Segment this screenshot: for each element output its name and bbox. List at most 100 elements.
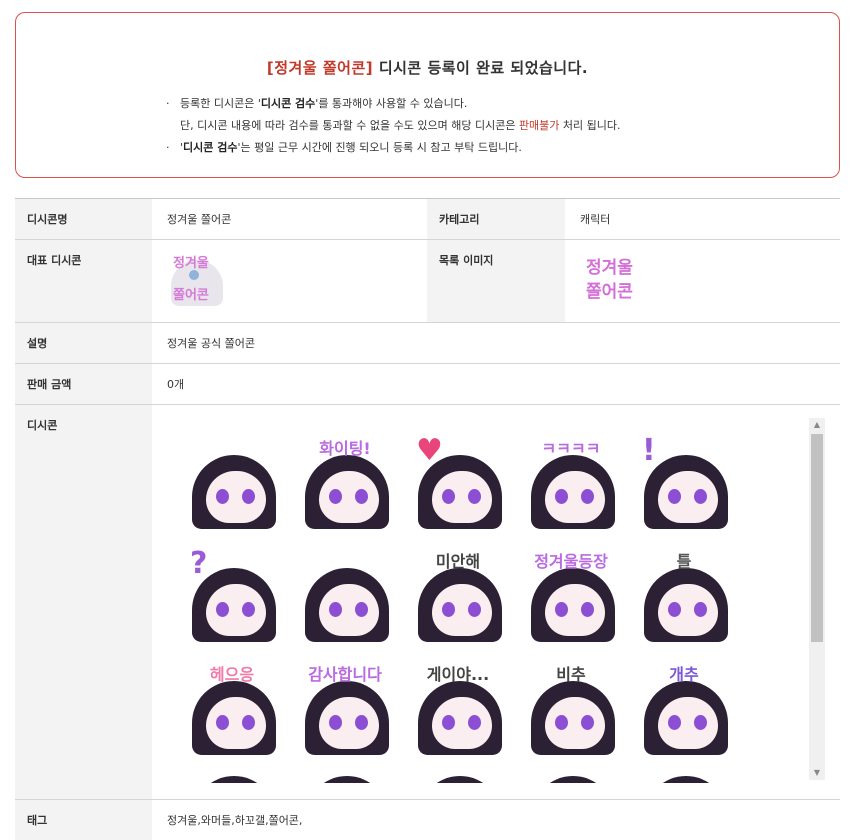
name-value: 정겨울 쫄어콘 [152, 198, 427, 240]
character-face [545, 697, 605, 749]
dccon-mark-icon: ? [190, 546, 208, 581]
notice-line-2-red: 판매불가 [518, 119, 560, 132]
dccon-item-partial[interactable] [636, 772, 732, 783]
character-eye [329, 602, 342, 617]
notice-line-2: 단, 디시콘 내용에 따라 검수를 통과할 수 없을 수도 있으며 해당 디시콘… [166, 115, 621, 137]
dccon-caption: 감사합니다 [308, 665, 382, 684]
dccon-item[interactable] [297, 546, 393, 642]
row-price: 판매 금액 0개 [15, 363, 840, 405]
dccon-item[interactable]: 헤으응 [184, 659, 280, 755]
row-name: 디시콘명 정겨울 쫄어콘 카테고리 캐릭터 [15, 198, 840, 240]
dccon-item-partial[interactable] [184, 772, 280, 783]
dccon-item[interactable]: 정겨울등장 [523, 546, 619, 642]
dccon-item[interactable]: ! [636, 433, 732, 529]
character-face [545, 584, 605, 636]
character-eye [355, 715, 368, 730]
dccon-cell: 화이팅! ♥ ㅋㅋㅋㅋ!? 미안해 정겨울등장 틀헤으응 감사합니다 게이야... 비추 개추 ▲… [152, 404, 840, 800]
list-label: 목록 이미지 [427, 239, 565, 323]
dccon-item[interactable]: 미안해 [410, 546, 506, 642]
notice-line-3-text: '는 평일 근무 시간에 진행 되오니 등록 시 참고 부탁 드립니다. [237, 141, 522, 154]
tag-label: 태그 [15, 799, 152, 840]
character-eye [355, 489, 368, 504]
list-text-bottom: 쫄어콘 [586, 282, 633, 302]
scroll-thumb[interactable] [811, 434, 823, 642]
list-image: 정겨울 쫄어콘 [586, 252, 646, 308]
category-value: 캐릭터 [565, 198, 840, 240]
notice-line-1: · 등록한 디시콘은 '디시콘 검수'를 통과해야 사용할 수 있습니다. [166, 93, 621, 115]
character-eye [216, 715, 229, 730]
dccon-item[interactable]: 틀 [636, 546, 732, 642]
row-dccon: 디시콘 화이팅! ♥ ㅋㅋㅋㅋ!? 미안해 정겨울등장 틀 헤으응 감사합니다 게이야... 비추… [15, 404, 840, 800]
dccon-caption: 개추 [669, 665, 699, 684]
notice-line-1-bold: 디시콘 검수 [260, 97, 316, 110]
dccon-item[interactable]: ㅋㅋㅋㅋ [523, 433, 619, 529]
rep-cell: 정겨울 쫄어콘 [152, 239, 427, 323]
character-eye [442, 489, 455, 504]
character-face [432, 471, 492, 523]
dccon-item[interactable]: 화이팅! [297, 433, 393, 529]
character-eye [581, 715, 594, 730]
dccon-caption: 화이팅! [319, 439, 371, 458]
dccon-item-partial[interactable] [523, 772, 619, 783]
character-face [206, 584, 266, 636]
character-eye [216, 602, 229, 617]
desc-value: 정겨울 공식 쫄어콘 [152, 322, 840, 364]
character-eye [668, 489, 681, 504]
dccon-item-partial[interactable] [410, 772, 506, 783]
character-eye [555, 602, 568, 617]
character-face [658, 471, 718, 523]
character-eye [329, 715, 342, 730]
dccon-caption: 게이야... [426, 665, 490, 684]
character-eye [555, 715, 568, 730]
character-eye [694, 715, 707, 730]
snowflake-icon [189, 270, 199, 280]
list-text-top: 정겨울 [586, 258, 633, 278]
notice-title: [정겨울 쫄어콘] 디시콘 등록이 완료 되었습니다. [16, 57, 839, 78]
notice-line-1-text: 등록한 디시콘은 ' [180, 97, 261, 110]
tag-value: 정겨울,와머들,하꼬갤,쫄어콘, [152, 799, 840, 840]
dccon-item[interactable]: ♥ [410, 433, 506, 529]
character-eye [581, 602, 594, 617]
character-face [319, 584, 379, 636]
character-eye [442, 715, 455, 730]
character-eye [668, 715, 681, 730]
dccon-item[interactable]: 비추 [523, 659, 619, 755]
price-value: 0개 [152, 363, 840, 405]
dccon-scroll-area[interactable]: 화이팅! ♥ ㅋㅋㅋㅋ!? 미안해 정겨울등장 틀헤으응 감사합니다 게이야... 비추 개추 ▲… [152, 405, 840, 783]
dccon-caption: 비추 [556, 665, 586, 684]
dccon-item-partial[interactable] [297, 772, 393, 783]
character-eye [442, 602, 455, 617]
character-face [206, 471, 266, 523]
character-eye [242, 489, 255, 504]
character-eye [329, 489, 342, 504]
dccon-item[interactable]: 게이야... [410, 659, 506, 755]
notice-line-1-post: '를 통과해야 사용할 수 있습니다. [315, 97, 468, 110]
scroll-up-icon[interactable]: ▲ [809, 418, 825, 432]
dccon-item[interactable]: 개추 [636, 659, 732, 755]
character-eye [555, 489, 568, 504]
price-label: 판매 금액 [15, 363, 152, 405]
dccon-caption: 정겨울등장 [534, 552, 608, 571]
notice-lines: · 등록한 디시콘은 '디시콘 검수'를 통과해야 사용할 수 있습니다. 단, … [166, 93, 621, 159]
character-hair [531, 776, 615, 783]
vertical-scrollbar[interactable]: ▲ ▼ [809, 418, 825, 780]
notice-line-3: · '디시콘 검수'는 평일 근무 시간에 진행 되오니 등록 시 참고 부탁 드… [166, 137, 621, 159]
notice-line-2-text: 단, 디시콘 내용에 따라 검수를 통과할 수 없을 수도 있으며 해당 디시콘… [180, 119, 519, 132]
scroll-down-icon[interactable]: ▼ [809, 766, 825, 780]
character-eye [668, 602, 681, 617]
character-face [319, 697, 379, 749]
dccon-item[interactable]: ? [184, 546, 280, 642]
dccon-item[interactable] [184, 433, 280, 529]
notice-line-3-bold: 디시콘 검수 [183, 141, 238, 154]
character-eye [242, 715, 255, 730]
notice-title-text: 디시콘 등록이 완료 되었습니다. [373, 59, 589, 77]
character-eye [468, 489, 481, 504]
character-face [319, 471, 379, 523]
character-face [432, 697, 492, 749]
dccon-caption: ㅋㅋㅋㅋ [541, 439, 601, 458]
character-face [432, 584, 492, 636]
dccon-caption: 틀 [676, 552, 692, 571]
rep-text-top: 정겨울 [173, 256, 209, 271]
dccon-item[interactable]: 감사합니다 [297, 659, 393, 755]
character-eye [468, 715, 481, 730]
